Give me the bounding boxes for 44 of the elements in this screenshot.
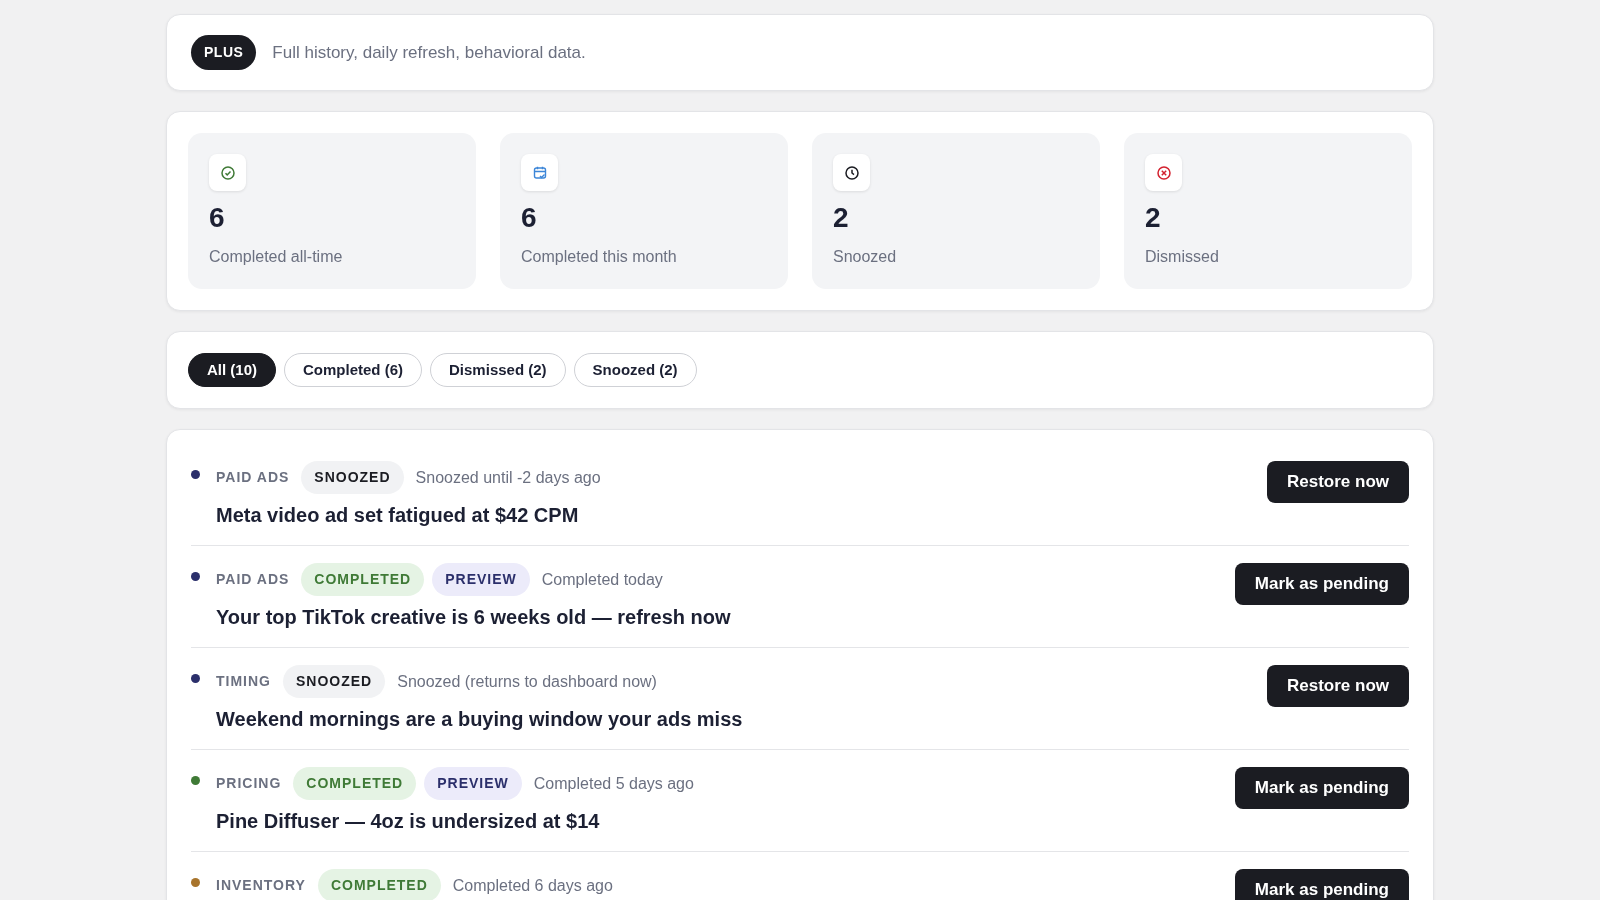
status-note: Snoozed until -2 days ago <box>415 467 601 488</box>
stat-label: Dismissed <box>1145 246 1220 267</box>
status-tag: PREVIEW <box>432 563 530 597</box>
stat-label: Completed this month <box>521 246 678 267</box>
action-button[interactable]: Restore now <box>1266 665 1409 707</box>
status-note: Snoozed (returns to dashboard now) <box>397 671 657 692</box>
stat-label: Snoozed <box>833 246 898 267</box>
category-label: PAID ADS <box>216 468 290 488</box>
plan-description: Full history, daily refresh, behavioral data. <box>272 41 586 64</box>
category-label: PRICING <box>216 774 282 794</box>
category-label: TIMING <box>216 672 271 692</box>
plan-badge: PLUS <box>191 35 257 70</box>
stat-value: 6 <box>521 201 538 235</box>
item-title: Pine Diffuser — 4oz is undersized at $14 <box>216 809 601 835</box>
filter-tab[interactable]: Dismissed (2) <box>430 352 566 388</box>
item-title: Meta video ad set fatigued at $42 CPM <box>216 503 580 529</box>
stat-value: 2 <box>1145 201 1162 235</box>
status-tag: PREVIEW <box>424 767 522 801</box>
status-tag: COMPLETED <box>293 767 417 801</box>
x-circle-icon <box>1155 164 1172 181</box>
category-label: PAID ADS <box>216 570 290 590</box>
status-note: Completed today <box>541 569 663 590</box>
stat-label: Completed all-time <box>209 246 344 267</box>
stat-value: 6 <box>209 201 226 235</box>
action-button[interactable]: Mark as pending <box>1234 869 1409 900</box>
filter-tab[interactable]: All (10) <box>188 352 276 388</box>
check-circle-icon <box>219 164 236 181</box>
status-tag: SNOOZED <box>301 461 404 495</box>
calendar-check-icon <box>531 164 548 181</box>
item-title: Your top TikTok creative is 6 weeks old — refresh now <box>216 605 732 631</box>
status-tag: COMPLETED <box>301 563 425 597</box>
filter-tab[interactable]: Snoozed (2) <box>573 352 697 388</box>
status-tag: SNOOZED <box>283 665 386 699</box>
status-tag: COMPLETED <box>317 869 441 900</box>
status-note: Completed 6 days ago <box>452 875 613 896</box>
clock-icon <box>843 164 860 181</box>
action-button[interactable]: Mark as pending <box>1234 767 1409 809</box>
filter-tab[interactable]: Completed (6) <box>284 352 423 388</box>
item-title: Weekend mornings are a buying window your ads miss <box>216 707 744 733</box>
category-label: INVENTORY <box>216 876 306 896</box>
action-button[interactable]: Mark as pending <box>1234 563 1409 605</box>
status-note: Completed 5 days ago <box>533 773 694 794</box>
stat-value: 2 <box>833 201 850 235</box>
action-button[interactable]: Restore now <box>1266 461 1409 503</box>
